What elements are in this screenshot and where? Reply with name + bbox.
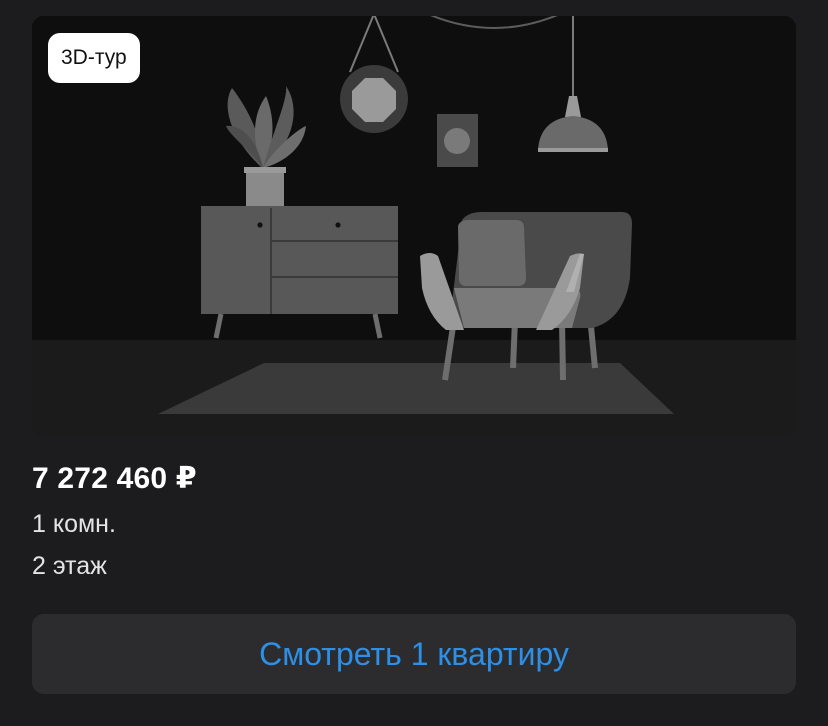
room-count: 1 комн. — [32, 510, 116, 538]
room-interior-illustration — [32, 16, 796, 436]
floor-number: 2 этаж — [32, 552, 107, 580]
listing-image[interactable] — [32, 16, 796, 436]
listing-card[interactable]: 3D-тур 7 272 460 ₽ 1 комн. 2 этаж Смотре… — [0, 0, 828, 726]
view-apartments-button[interactable]: Смотреть 1 квартиру — [32, 614, 796, 694]
wall-picture — [437, 114, 478, 167]
tour-3d-badge[interactable]: 3D-тур — [48, 33, 140, 83]
listing-price: 7 272 460 ₽ — [32, 462, 197, 495]
